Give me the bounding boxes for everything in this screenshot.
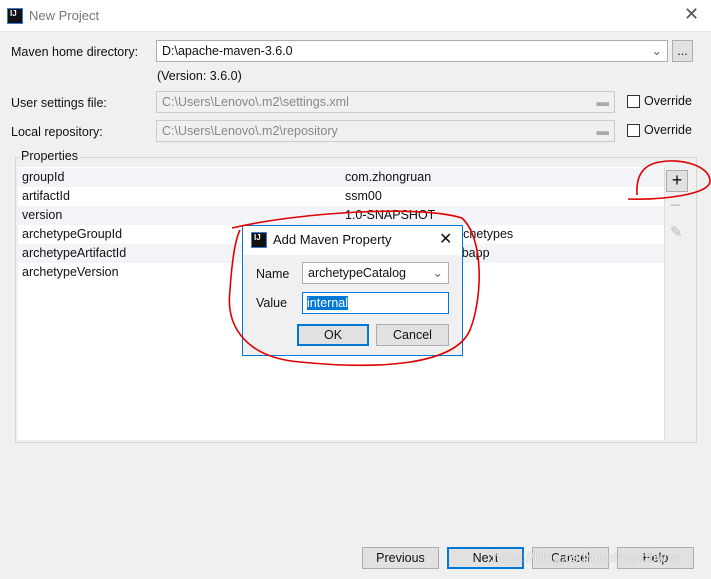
property-row[interactable]: version 1.0-SNAPSHOT <box>18 206 664 225</box>
local-repo-field: C:\Users\Lenovo\.m2\repository ▬ <box>156 120 615 142</box>
edit-property-icon[interactable]: ✎ <box>670 223 683 241</box>
intellij-logo-icon: IJ <box>7 8 23 24</box>
chevron-down-icon: ⌄ <box>432 266 443 280</box>
maven-home-label: Maven home directory: <box>11 45 139 59</box>
folder-icon: ▬ <box>596 124 610 138</box>
maven-home-combo[interactable]: D:\apache-maven-3.6.0 ⌄ <box>156 40 668 62</box>
local-repo-value: C:\Users\Lenovo\.m2\repository <box>162 124 338 138</box>
name-value: archetypeCatalog <box>308 266 406 280</box>
folder-icon: ▬ <box>596 95 610 109</box>
property-name: archetypeGroupId <box>22 227 123 241</box>
properties-toolbar: + − ✎ <box>664 167 694 440</box>
user-settings-label: User settings file: <box>11 96 107 110</box>
chevron-down-icon: ⌄ <box>651 44 662 58</box>
properties-title: Properties <box>19 149 80 163</box>
watermark: https://blog.csdn.net/wyklbwxs <box>492 549 681 565</box>
property-name: archetypeArtifactId <box>22 246 127 260</box>
property-name: artifactId <box>22 189 70 203</box>
title-bar: IJ New Project ✕ <box>0 0 711 32</box>
close-icon[interactable]: ✕ <box>684 4 699 25</box>
browse-button[interactable]: ... <box>672 40 693 62</box>
maven-home-value: D:\apache-maven-3.6.0 <box>162 44 293 58</box>
intellij-logo-icon: IJ <box>251 232 267 248</box>
override-label: Override <box>644 123 692 137</box>
user-settings-field: C:\Users\Lenovo\.m2\settings.xml ▬ <box>156 91 615 113</box>
property-value: ssm00 <box>345 189 382 203</box>
dialog-title: Add Maven Property <box>273 232 392 247</box>
local-repo-label: Local repository: <box>11 125 103 139</box>
override-settings-checkbox[interactable] <box>627 95 640 108</box>
ok-button[interactable]: OK <box>297 324 369 346</box>
dialog-close-icon[interactable]: ✕ <box>439 229 452 249</box>
remove-property-icon[interactable]: − <box>670 195 681 216</box>
property-name: groupId <box>22 170 65 184</box>
name-label: Name <box>256 267 290 281</box>
property-name: version <box>22 208 63 222</box>
user-settings-value: C:\Users\Lenovo\.m2\settings.xml <box>162 95 349 109</box>
add-maven-property-dialog: IJ Add Maven Property ✕ Name archetypeCa… <box>242 225 463 356</box>
previous-button[interactable]: Previous <box>362 547 439 569</box>
property-value: com.zhongruan <box>345 170 432 184</box>
property-name: archetypeVersion <box>22 265 119 279</box>
maven-version: (Version: 3.6.0) <box>157 69 242 83</box>
property-row[interactable]: groupId com.zhongruan <box>18 168 664 187</box>
property-row[interactable]: artifactId ssm00 <box>18 187 664 206</box>
dialog-cancel-button[interactable]: Cancel <box>376 324 449 346</box>
override-label: Override <box>644 94 692 108</box>
window-title: New Project <box>29 8 100 23</box>
value-input[interactable]: internal <box>302 292 449 314</box>
name-combo[interactable]: archetypeCatalog ⌄ <box>302 262 449 284</box>
override-repo-checkbox[interactable] <box>627 124 640 137</box>
value-label: Value <box>256 296 288 310</box>
property-value: 1.0-SNAPSHOT <box>345 208 436 222</box>
add-property-button[interactable]: + <box>666 170 688 192</box>
value-selected-text: internal <box>307 296 348 310</box>
